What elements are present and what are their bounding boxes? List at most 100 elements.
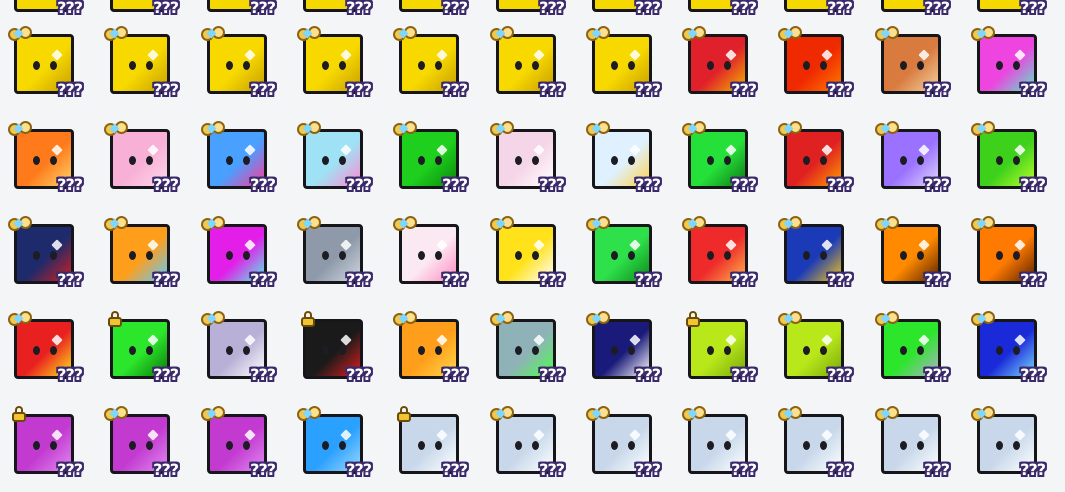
unknown-pet-label: ??? (731, 80, 757, 99)
pet-tile[interactable]: ??? (875, 121, 950, 193)
pet-tile[interactable]: ??? (778, 26, 853, 98)
pet-face (320, 344, 348, 360)
unknown-pet-label: ??? (250, 0, 276, 17)
pet-tile[interactable]: ??? (393, 216, 468, 288)
pet-tile[interactable]: ??? (297, 121, 372, 193)
rarity-badge-icon (778, 26, 804, 44)
pet-tile[interactable]: ??? (490, 26, 565, 98)
unknown-pet-label: ??? (1020, 175, 1046, 194)
unknown-pet-label: ??? (346, 0, 372, 17)
unknown-pet-label: ??? (827, 175, 853, 194)
pet-tile[interactable]: ??? (586, 0, 661, 16)
pet-tile[interactable]: ??? (586, 26, 661, 98)
pet-tile[interactable]: ??? (875, 26, 950, 98)
pet-tile[interactable]: ??? (971, 311, 1046, 383)
pet-tile[interactable]: ??? (682, 26, 757, 98)
unknown-pet-label: ??? (57, 80, 83, 99)
pet-tile[interactable]: ??? (393, 26, 468, 98)
pet-tile[interactable]: ??? (586, 216, 661, 288)
pet-tile[interactable]: ??? (393, 311, 468, 383)
pet-tile[interactable]: ??? (8, 406, 83, 478)
pet-tile[interactable]: ??? (778, 121, 853, 193)
pet-tile[interactable]: ??? (490, 216, 565, 288)
unknown-pet-label: ??? (635, 460, 661, 479)
pet-tile[interactable]: ??? (297, 0, 372, 16)
pet-tile[interactable]: ??? (104, 26, 179, 98)
pet-tile[interactable]: ??? (875, 406, 950, 478)
pet-tile[interactable]: ??? (490, 121, 565, 193)
pet-face (513, 249, 541, 265)
pet-tile[interactable]: ??? (875, 216, 950, 288)
lock-icon (686, 311, 700, 327)
pet-tile[interactable]: ??? (971, 121, 1046, 193)
lock-icon (301, 311, 315, 327)
unknown-pet-label: ??? (1020, 0, 1046, 17)
pet-tile[interactable]: ??? (682, 406, 757, 478)
pet-tile[interactable]: ??? (104, 121, 179, 193)
pet-tile[interactable]: ??? (104, 216, 179, 288)
unknown-pet-label: ??? (346, 365, 372, 384)
pet-face (898, 249, 926, 265)
pet-face (898, 344, 926, 360)
pet-face (609, 154, 637, 170)
unknown-pet-label: ??? (827, 365, 853, 384)
pet-tile[interactable]: ??? (201, 121, 276, 193)
rarity-badge-icon (297, 121, 323, 139)
pet-face (609, 439, 637, 455)
pet-tile[interactable]: ??? (682, 311, 757, 383)
pet-tile[interactable]: ??? (490, 406, 565, 478)
pet-tile[interactable]: ??? (201, 406, 276, 478)
pet-tile[interactable]: ??? (778, 406, 853, 478)
unknown-pet-label: ??? (924, 0, 950, 17)
pet-tile[interactable]: ??? (778, 0, 853, 16)
pet-tile[interactable]: ??? (875, 0, 950, 16)
pet-tile[interactable]: ??? (682, 216, 757, 288)
pet-tile[interactable]: ??? (971, 0, 1046, 16)
unknown-pet-label: ??? (731, 460, 757, 479)
unknown-pet-label: ??? (1020, 365, 1046, 384)
pet-tile[interactable]: ??? (682, 0, 757, 16)
pet-tile[interactable]: ??? (297, 311, 372, 383)
unknown-pet-label: ??? (924, 175, 950, 194)
pet-tile[interactable]: ??? (8, 121, 83, 193)
rarity-badge-icon (875, 216, 901, 234)
pet-tile[interactable]: ??? (297, 406, 372, 478)
pet-tile[interactable]: ??? (8, 26, 83, 98)
pet-tile[interactable]: ??? (971, 26, 1046, 98)
pet-tile[interactable]: ??? (297, 26, 372, 98)
pet-tile[interactable]: ??? (586, 406, 661, 478)
pet-face (994, 344, 1022, 360)
pet-tile[interactable]: ??? (875, 311, 950, 383)
rarity-badge-icon (971, 311, 997, 329)
pet-face (801, 154, 829, 170)
pet-tile[interactable]: ??? (971, 216, 1046, 288)
pet-face (994, 249, 1022, 265)
pet-tile[interactable]: ??? (8, 0, 83, 16)
pet-tile[interactable]: ??? (201, 0, 276, 16)
pet-tile[interactable]: ??? (104, 0, 179, 16)
pet-tile[interactable]: ??? (490, 311, 565, 383)
pet-tile[interactable]: ??? (586, 121, 661, 193)
pet-tile[interactable]: ??? (201, 311, 276, 383)
pet-tile[interactable]: ??? (8, 311, 83, 383)
pet-tile[interactable]: ??? (8, 216, 83, 288)
pet-tile[interactable]: ??? (393, 0, 468, 16)
pet-tile[interactable]: ??? (201, 26, 276, 98)
pet-tile[interactable]: ??? (201, 216, 276, 288)
pet-tile[interactable]: ??? (971, 406, 1046, 478)
rarity-badge-icon (201, 311, 227, 329)
pet-tile[interactable]: ??? (393, 406, 468, 478)
pet-tile[interactable]: ??? (490, 0, 565, 16)
pet-tile[interactable]: ??? (104, 311, 179, 383)
pet-tile[interactable]: ??? (393, 121, 468, 193)
pet-tile[interactable]: ??? (297, 216, 372, 288)
pet-tile[interactable]: ??? (104, 406, 179, 478)
pet-tile[interactable]: ??? (682, 121, 757, 193)
pet-face (224, 249, 252, 265)
pet-tile[interactable]: ??? (586, 311, 661, 383)
unknown-pet-label: ??? (731, 365, 757, 384)
rarity-badge-icon (682, 406, 708, 424)
pet-tile[interactable]: ??? (778, 216, 853, 288)
pet-tile[interactable]: ??? (778, 311, 853, 383)
rarity-badge-icon (778, 216, 804, 234)
